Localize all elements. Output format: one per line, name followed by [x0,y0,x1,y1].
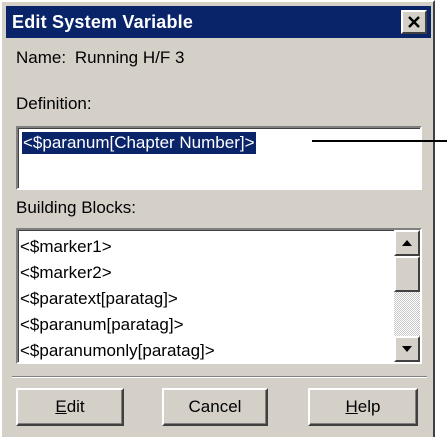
cancel-label: Cancel [188,397,242,416]
arrow-down-icon [402,346,412,352]
list-item[interactable]: <$marker2> [20,260,394,286]
help-button[interactable]: Help [308,388,418,426]
callout-line [312,140,447,142]
dialog-title: Edit System Variable [12,12,194,32]
list-item[interactable]: <$paratext[paratag]> [20,286,394,312]
list-item[interactable]: <$marker1> [20,234,394,260]
definition-label: Definition: [16,94,92,113]
name-label: Name: [16,48,67,67]
definition-field[interactable]: <$paranum[Chapter Number]> [16,126,422,190]
dialog-frame: Edit System Variable Name: Running H/F 3… [0,0,435,437]
building-blocks-label: Building Blocks: [16,198,137,217]
list-item[interactable]: <$paranumonly[paratag]> [20,338,394,362]
title-bar[interactable]: Edit System Variable [6,6,431,38]
cancel-button[interactable]: Cancel [162,388,268,426]
help-mnemonic: H [345,397,358,416]
scroll-down-button[interactable] [394,336,420,362]
edit-button[interactable]: Edit [16,388,124,426]
vertical-scrollbar[interactable] [394,230,420,362]
close-button[interactable] [401,10,427,34]
edit-system-variable-dialog: Edit System Variable Name: Running H/F 3… [0,0,447,437]
list-item[interactable]: <$paranum[paratag]> [20,312,394,338]
building-blocks-list[interactable]: <$marker1> <$marker2> <$paratext[paratag… [16,228,422,364]
edit-label: dit [66,397,85,416]
edit-mnemonic: E [55,397,67,416]
definition-selected-text[interactable]: <$paranum[Chapter Number]> [21,131,257,155]
scroll-up-button[interactable] [394,230,420,256]
help-label: elp [357,397,381,416]
arrow-up-icon [402,240,412,246]
close-icon [408,16,420,28]
separator [12,376,427,378]
scroll-thumb[interactable] [394,256,420,292]
name-value: Running H/F 3 [74,48,185,67]
name-row: Name: Running H/F 3 [16,48,184,68]
